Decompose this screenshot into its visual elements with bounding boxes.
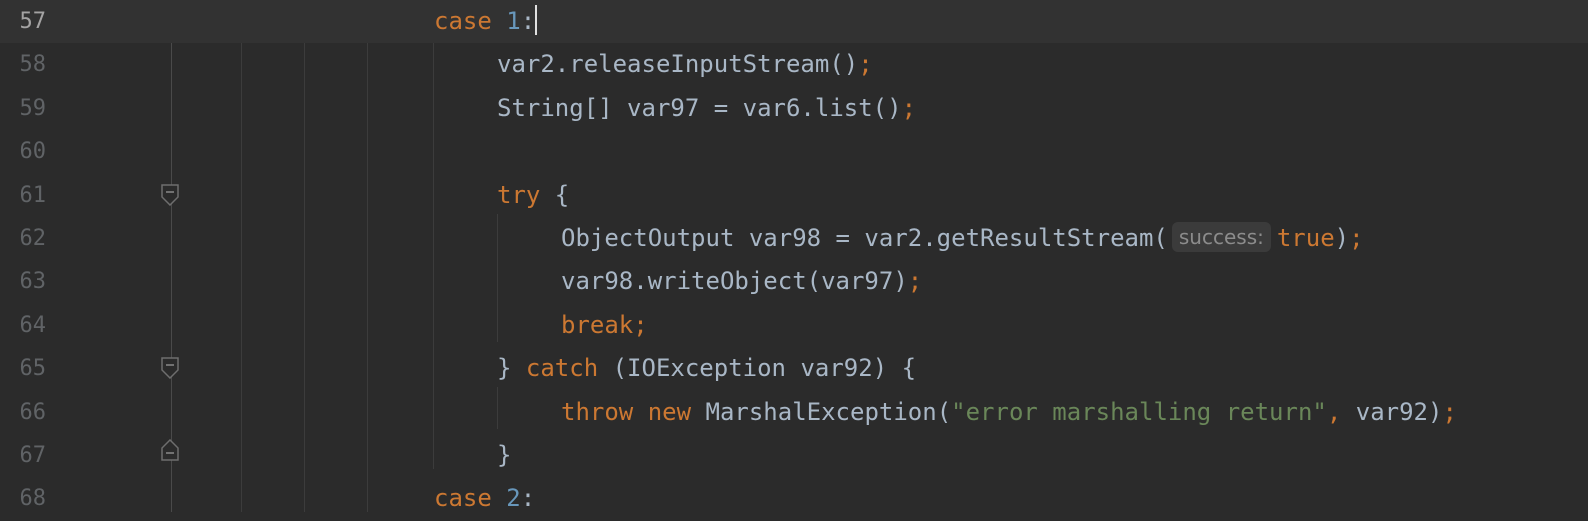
code-text[interactable]: String[] var97 = var6.list(); (497, 87, 916, 130)
code-line-59[interactable]: 59 String[] var97 = var6.list(); (0, 87, 1588, 130)
text-caret (535, 5, 538, 35)
line-number[interactable]: 65 (0, 347, 47, 390)
code-text[interactable]: case 2: (434, 477, 535, 520)
line-number[interactable]: 62 (0, 217, 47, 260)
code-text[interactable]: var98.writeObject(var97); (561, 260, 922, 303)
code-line-64[interactable]: 64 break; (0, 304, 1588, 347)
code-text[interactable]: } (497, 434, 511, 477)
fold-collapse-icon[interactable] (161, 357, 179, 379)
code-text[interactable]: try { (497, 174, 569, 217)
code-text[interactable]: break; (561, 304, 648, 347)
parameter-hint: success: (1171, 222, 1271, 252)
line-number[interactable]: 64 (0, 304, 47, 347)
code-line-65[interactable]: 65 } catch (IOException var92) { (0, 347, 1588, 390)
code-line-63[interactable]: 63 var98.writeObject(var97); (0, 260, 1588, 303)
code-editor[interactable]: 57 case 1: 58 var2.releaseInputStream();… (0, 0, 1588, 512)
code-text[interactable]: throw new MarshalException("error marsha… (561, 391, 1457, 434)
code-line-67[interactable]: 67 } (0, 434, 1588, 477)
code-line-68[interactable]: 68 case 2: (0, 477, 1588, 520)
code-line-58[interactable]: 58 var2.releaseInputStream(); (0, 43, 1588, 86)
line-number[interactable]: 67 (0, 434, 47, 477)
line-number[interactable]: 68 (0, 477, 47, 520)
code-line-57[interactable]: 57 case 1: (0, 0, 1588, 44)
line-number[interactable]: 66 (0, 391, 47, 434)
code-text[interactable]: var2.releaseInputStream(); (497, 43, 873, 86)
line-number[interactable]: 59 (0, 87, 47, 130)
code-line-62[interactable]: 62 ObjectOutput var98 = var2.getResultSt… (0, 217, 1588, 260)
code-text[interactable]: ObjectOutput var98 = var2.getResultStrea… (561, 217, 1364, 260)
fold-collapse-icon[interactable] (161, 184, 179, 206)
line-number[interactable]: 60 (0, 130, 47, 173)
code-line-66[interactable]: 66 throw new MarshalException("error mar… (0, 391, 1588, 434)
code-text[interactable]: } catch (IOException var92) { (497, 347, 916, 390)
line-number[interactable]: 57 (0, 0, 47, 43)
code-line-60[interactable]: 60 (0, 130, 1588, 173)
fold-end-icon[interactable] (161, 439, 179, 461)
line-number[interactable]: 61 (0, 174, 47, 217)
code-line-61[interactable]: 61 try { (0, 174, 1588, 217)
code-text[interactable]: case 1: (434, 0, 538, 43)
line-number[interactable]: 63 (0, 260, 47, 303)
line-number[interactable]: 58 (0, 43, 47, 86)
